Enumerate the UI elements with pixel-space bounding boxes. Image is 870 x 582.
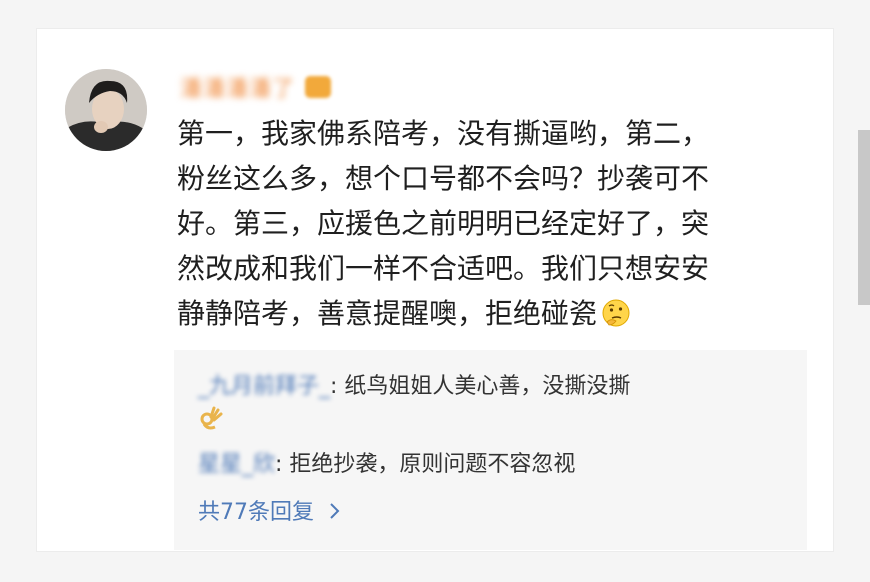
ok-hand-emoji-icon <box>200 406 223 430</box>
post-card: 潘潘潘潘了 第一，我家佛系陪考，没有撕逼哟，第二， 粉丝这么多，想个口号都不会吗… <box>36 28 834 552</box>
comment-item: _九月前拜子_: 纸鸟姐姐人美心善，没撕没撕 <box>198 370 798 438</box>
comment-emoji-row <box>198 404 798 438</box>
post-text-line: 第一，我家佛系陪考，没有撕逼哟，第二， <box>177 117 710 150</box>
post-text-line-last: 静静陪考，善意提醒噢，拒绝碰瓷 <box>177 291 817 336</box>
comment-username[interactable]: _九月前拜子_ <box>198 370 330 404</box>
comment-item: 星星_欣: 拒绝抄袭，原则问题不容忽视 <box>198 448 575 482</box>
member-badge-icon <box>305 76 332 98</box>
post-username[interactable]: 潘潘潘潘了 <box>180 71 295 103</box>
thinking-face-emoji-icon <box>602 299 630 327</box>
comment-text: 拒绝抄袭，原则问题不容忽视 <box>289 452 576 477</box>
view-all-replies-link[interactable]: 共77条回复 <box>198 496 343 530</box>
post-text-line: 粉丝这么多，想个口号都不会吗？抄袭可不 <box>177 162 710 195</box>
view-all-replies-label: 共77条回复 <box>198 500 314 525</box>
post-text-line: 静静陪考，善意提醒噢，拒绝碰瓷 <box>177 297 598 330</box>
comment-text: 纸鸟姐姐人美心善，没撕没撕 <box>344 374 631 399</box>
scrollbar[interactable] <box>858 130 870 305</box>
avatar[interactable] <box>65 69 147 151</box>
avatar-photo-icon <box>65 69 147 151</box>
post-text-line: 好。第三，应援色之前明明已经定好了，突 <box>177 207 710 240</box>
post-text: 第一，我家佛系陪考，没有撕逼哟，第二， 粉丝这么多，想个口号都不会吗？抄袭可不 … <box>177 111 817 336</box>
chevron-right-icon <box>330 503 340 519</box>
comment-preview-box[interactable]: _九月前拜子_: 纸鸟姐姐人美心善，没撕没撕 星星_欣: 拒绝抄袭，原则问题不容… <box>174 350 807 550</box>
post-text-line: 然改成和我们一样不合适吧。我们只想安安 <box>177 252 710 285</box>
post-username-row: 潘潘潘潘了 <box>180 71 332 103</box>
comment-username[interactable]: 星星_欣 <box>198 448 275 482</box>
